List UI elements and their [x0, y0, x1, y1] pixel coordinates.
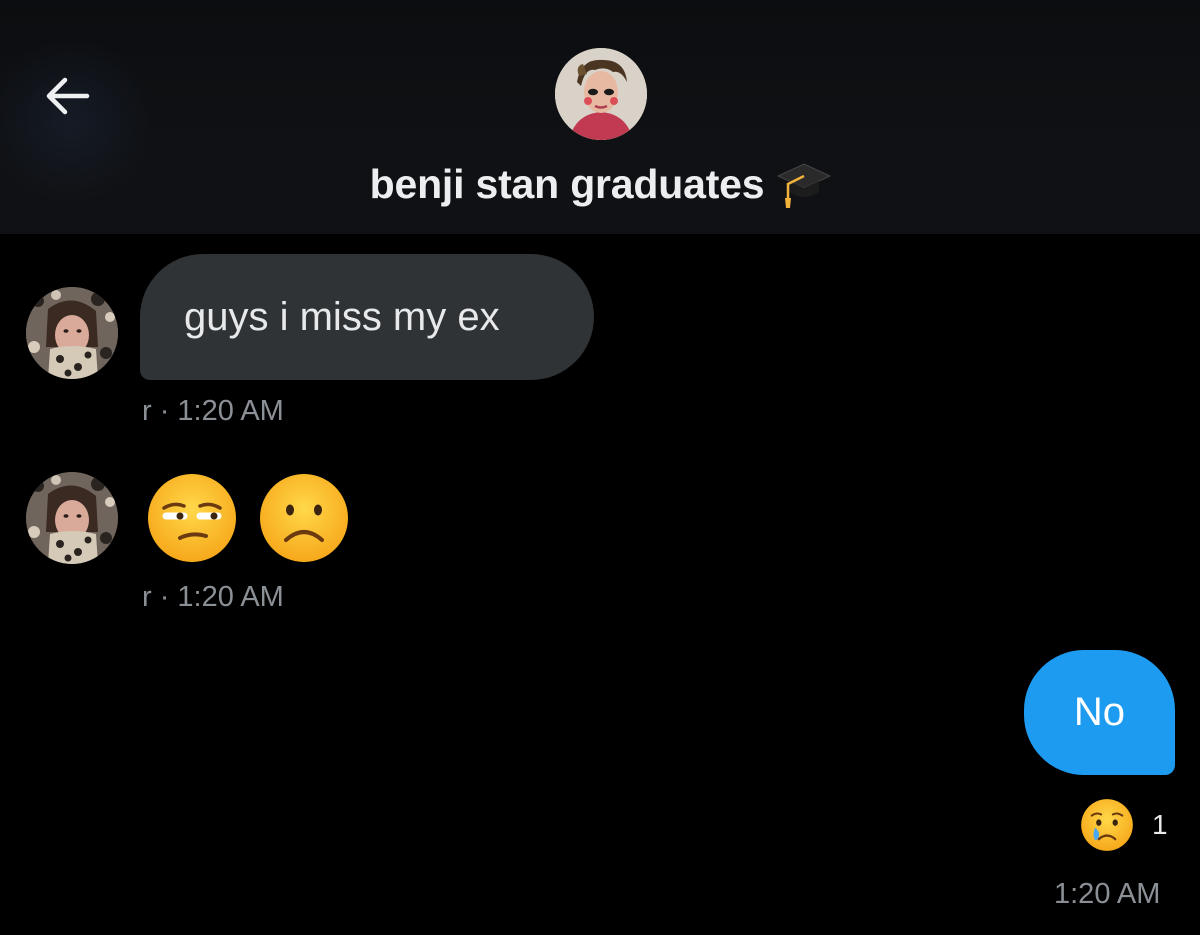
- sender-avatar[interactable]: [26, 287, 118, 379]
- frowning-face-icon[interactable]: [258, 472, 350, 564]
- conversation-header: benji stan graduates: [0, 0, 1200, 234]
- conversation-title: benji stan graduates: [0, 158, 1200, 210]
- message-reaction[interactable]: 1: [1080, 798, 1168, 852]
- message-meta: 1:20 AM: [1054, 878, 1161, 910]
- sender-avatar-image: [26, 287, 118, 379]
- conversation-title-text: benji stan graduates: [369, 160, 765, 207]
- message-text: guys i miss my ex: [184, 294, 500, 339]
- reaction-count: 1: [1152, 809, 1168, 840]
- back-button[interactable]: [36, 70, 98, 122]
- outgoing-message-bubble[interactable]: No: [1024, 650, 1175, 775]
- message-meta: r · 1:20 AM: [142, 581, 284, 613]
- unamused-face-icon[interactable]: [146, 472, 238, 564]
- crying-face-icon: [1081, 799, 1133, 851]
- incoming-message-bubble[interactable]: guys i miss my ex: [140, 254, 594, 380]
- message-meta: r · 1:20 AM: [142, 395, 284, 427]
- group-avatar[interactable]: [555, 48, 647, 140]
- dm-conversation-screen: benji stan graduates guys i miss my ex r…: [0, 0, 1200, 935]
- group-avatar-image: [555, 48, 647, 140]
- arrow-left-icon: [46, 77, 90, 115]
- sender-avatar-image: [26, 472, 118, 564]
- sender-avatar[interactable]: [26, 472, 118, 564]
- graduation-cap-icon: [777, 163, 832, 208]
- message-text: No: [1073, 690, 1126, 734]
